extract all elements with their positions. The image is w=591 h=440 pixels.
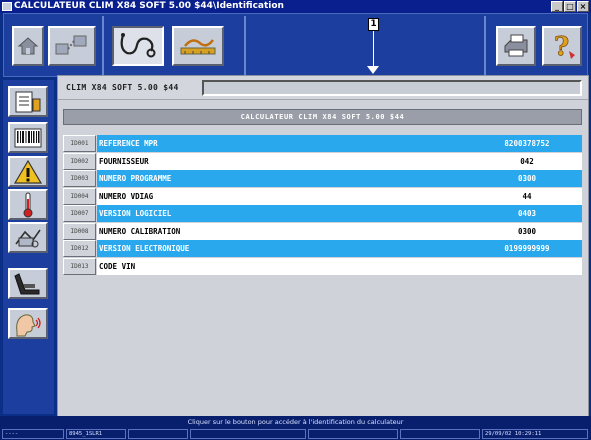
row-cell: REFERENCE MPR 8200378752 [97,135,582,152]
help-icon: ? [554,32,575,61]
faults-button[interactable] [8,156,48,187]
row-value: 0300 [517,226,537,236]
callout-marker: 1 [368,18,379,31]
table-row: ID002 FOURNISSEUR 042 [63,152,582,171]
identification-table: ID001 REFERENCE MPR 8200378752 ID002 FOU… [63,135,582,275]
close-button[interactable]: × [577,1,589,12]
row-label: NUMERO PROGRAMME [99,174,172,183]
speaker-head-icon [16,313,41,336]
main-panel: CLIM X84 SOFT 5.00 $44 CALCULATEUR CLIM … [57,75,589,417]
row-cell: VERSION ELECTRONIQUE 0199999999 [97,240,582,257]
network-icon [55,35,87,55]
table-row: ID004 NUMERO VDIAG 44 [63,187,582,206]
measurement-icon [180,39,216,55]
row-value: 042 [520,156,534,166]
table-row: ID013 CODE VIN [63,257,582,276]
row-cell: NUMERO PROGRAMME 0300 [97,170,582,187]
app-icon [2,2,12,11]
vehicle-label: CLIM X84 SOFT 5.00 $44 [66,83,179,92]
table-row: ID012 VERSION ELECTRONIQUE 0199999999 [63,240,582,258]
callout-line [373,31,374,69]
top-toolbar: ? [3,13,588,77]
barcode-button[interactable] [8,122,48,153]
vehicle-field [202,80,582,96]
row-value: 0300 [517,174,537,183]
help-button[interactable]: ? [542,26,582,66]
home-button[interactable] [12,26,44,66]
barcode-icon [14,128,42,147]
thermometer-icon [23,192,33,217]
row-code-button[interactable]: ID001 [63,135,96,152]
status-cell: ---- [2,429,64,439]
table-row: ID001 REFERENCE MPR 8200378752 [63,135,582,153]
toolbar-separator [484,16,486,76]
actuator-icon [15,229,41,247]
actuators-button[interactable] [8,222,48,253]
maximize-button[interactable]: □ [564,1,576,12]
parameters-button[interactable] [8,189,48,220]
svg-text:?: ? [554,32,569,61]
row-code-button[interactable]: ID003 [63,170,96,187]
stethoscope-icon [120,33,156,58]
row-label: NUMERO VDIAG [99,191,154,201]
diagnostic-button[interactable] [112,26,164,66]
table-row: ID007 VERSION LOGICIEL 0403 [63,205,582,223]
home-icon [17,37,39,55]
status-cell [190,429,306,439]
status-clock: 29/09/02 10:29:11 [482,429,588,439]
row-value: 8200378752 [504,139,550,148]
row-code-button[interactable]: ID008 [63,222,96,240]
table-row: ID003 NUMERO PROGRAMME 0300 [63,170,582,188]
left-sidebar [3,80,54,414]
network-button[interactable] [48,26,96,66]
row-value: 44 [522,191,532,201]
row-label: NUMERO CALIBRATION [99,226,181,236]
status-cell [128,429,188,439]
speech-button[interactable] [8,308,48,339]
row-label: VERSION ELECTRONIQUE [99,244,190,253]
status-cell: 8945_1SLR1 [66,429,126,439]
callout-arrow-icon [367,66,379,74]
row-cell: FOURNISSEUR 042 [97,152,582,170]
print-button[interactable] [496,26,536,66]
row-cell: CODE VIN [97,257,582,275]
row-code-button[interactable]: ID002 [63,152,96,170]
row-code-button[interactable]: ID012 [63,240,96,257]
identification-button[interactable] [8,86,48,117]
measurement-button[interactable] [172,26,224,66]
window-title-bar: CALCULATEUR CLIM X84 SOFT 5.00 $44\Ident… [0,0,591,13]
row-value: 0199999999 [504,244,550,253]
window-title: CALCULATEUR CLIM X84 SOFT 5.00 $44\Ident… [14,1,284,11]
seat-icon [14,272,40,294]
vehicle-row: CLIM X84 SOFT 5.00 $44 [58,76,588,100]
row-cell: VERSION LOGICIEL 0403 [97,205,582,222]
status-cell [308,429,398,439]
warning-icon [13,159,43,184]
row-code-button[interactable]: ID013 [63,257,96,275]
toolbar-separator [244,16,246,76]
status-message: Cliquer sur le bouton pour accéder à l'i… [0,416,591,428]
ecu-header: CALCULATEUR CLIM X84 SOFT 5.00 $44 [63,109,582,125]
row-value: 0403 [517,209,537,218]
status-bar: ---- 8945_1SLR1 29/09/02 10:29:11 [0,428,591,440]
row-cell: NUMERO VDIAG 44 [97,187,582,205]
minimize-button[interactable]: _ [551,1,563,12]
commands-button[interactable] [8,268,48,299]
window-controls: _ □ × [551,1,589,12]
row-label: CODE VIN [99,261,136,271]
toolbar-separator [102,16,104,76]
row-code-button[interactable]: ID007 [63,205,96,222]
document-icon [15,91,41,112]
printer-icon [504,34,528,57]
table-row: ID008 NUMERO CALIBRATION 0300 [63,222,582,241]
row-label: VERSION LOGICIEL [99,209,172,218]
row-label: FOURNISSEUR [99,156,149,166]
row-code-button[interactable]: ID004 [63,187,96,205]
row-cell: NUMERO CALIBRATION 0300 [97,222,582,240]
row-label: REFERENCE MPR [99,139,158,148]
status-cell [400,429,480,439]
